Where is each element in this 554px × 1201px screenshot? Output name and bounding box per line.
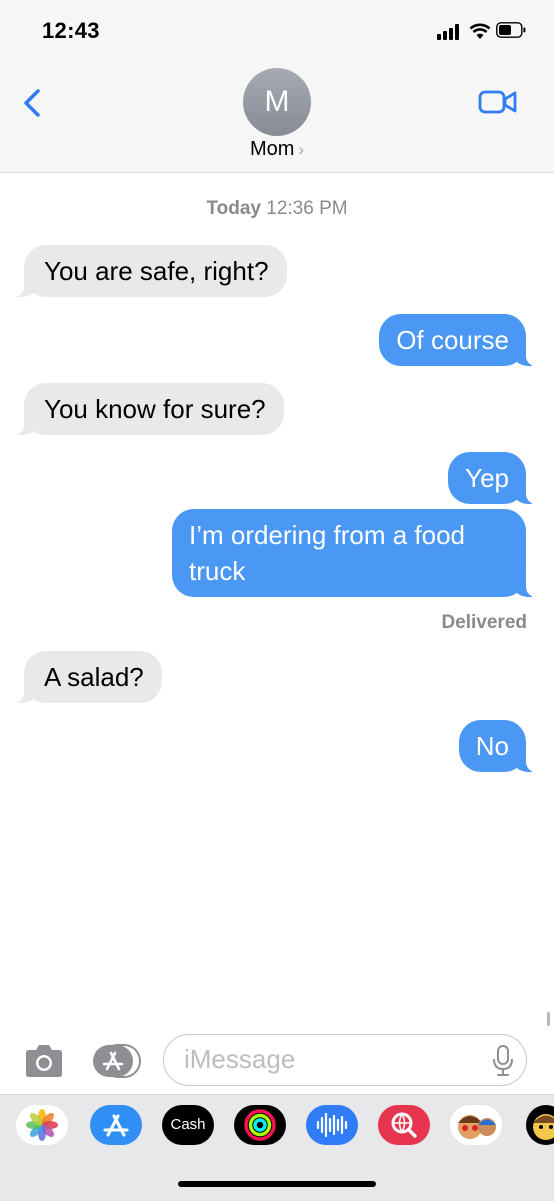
contact-avatar[interactable]: M — [243, 68, 311, 136]
timestamp-time: 12:36 PM — [266, 198, 348, 219]
audio-message-icon[interactable] — [306, 1105, 358, 1145]
app-store-apps-icon[interactable] — [92, 1044, 142, 1078]
animoji-icon[interactable] — [526, 1105, 554, 1145]
outgoing-message[interactable]: No — [458, 720, 537, 772]
status-bar: 12:43 — [0, 0, 554, 66]
cellular-signal-icon — [437, 24, 463, 40]
timestamp-day: Today — [206, 198, 261, 219]
microphone-icon[interactable] — [492, 1045, 514, 1077]
outgoing-message[interactable]: Yep — [448, 452, 536, 504]
incoming-message[interactable]: You know for sure? — [14, 383, 284, 435]
delivery-status: Delivered — [441, 612, 527, 633]
app-drawer: Cash — [0, 1094, 554, 1201]
home-indicator[interactable] — [178, 1181, 376, 1187]
message-input-placeholder: iMessage — [184, 1044, 296, 1074]
contact-name-button[interactable]: Mom › — [0, 138, 554, 161]
camera-icon[interactable] — [22, 1043, 66, 1079]
web-search-icon[interactable] — [378, 1105, 430, 1145]
outgoing-message[interactable]: Of course — [379, 314, 536, 366]
outgoing-message[interactable]: I’m ordering from a food truck — [172, 509, 536, 597]
apple-cash-label: Cash — [170, 1116, 206, 1133]
incoming-message[interactable]: You are safe, right? — [14, 245, 287, 297]
conversation-header: M Mom › — [0, 66, 554, 173]
activity-icon[interactable] — [234, 1105, 286, 1145]
status-time: 12:43 — [42, 18, 100, 43]
contact-name: Mom — [249, 138, 295, 160]
wifi-icon — [469, 23, 491, 39]
photos-app-icon[interactable] — [16, 1105, 68, 1145]
incoming-message[interactable]: A salad? — [14, 651, 162, 703]
back-button[interactable] — [16, 86, 50, 120]
apple-cash-icon[interactable]: Cash — [162, 1105, 214, 1145]
message-input[interactable]: iMessage — [163, 1034, 527, 1086]
scroll-indicator[interactable] — [547, 1012, 550, 1026]
memoji-stickers-icon[interactable] — [450, 1105, 502, 1145]
chevron-right-icon: › — [298, 140, 305, 159]
thread-timestamp: Today 12:36 PM — [0, 198, 554, 220]
battery-icon — [496, 22, 526, 38]
app-store-icon[interactable] — [90, 1105, 142, 1145]
video-call-icon[interactable] — [478, 88, 518, 116]
